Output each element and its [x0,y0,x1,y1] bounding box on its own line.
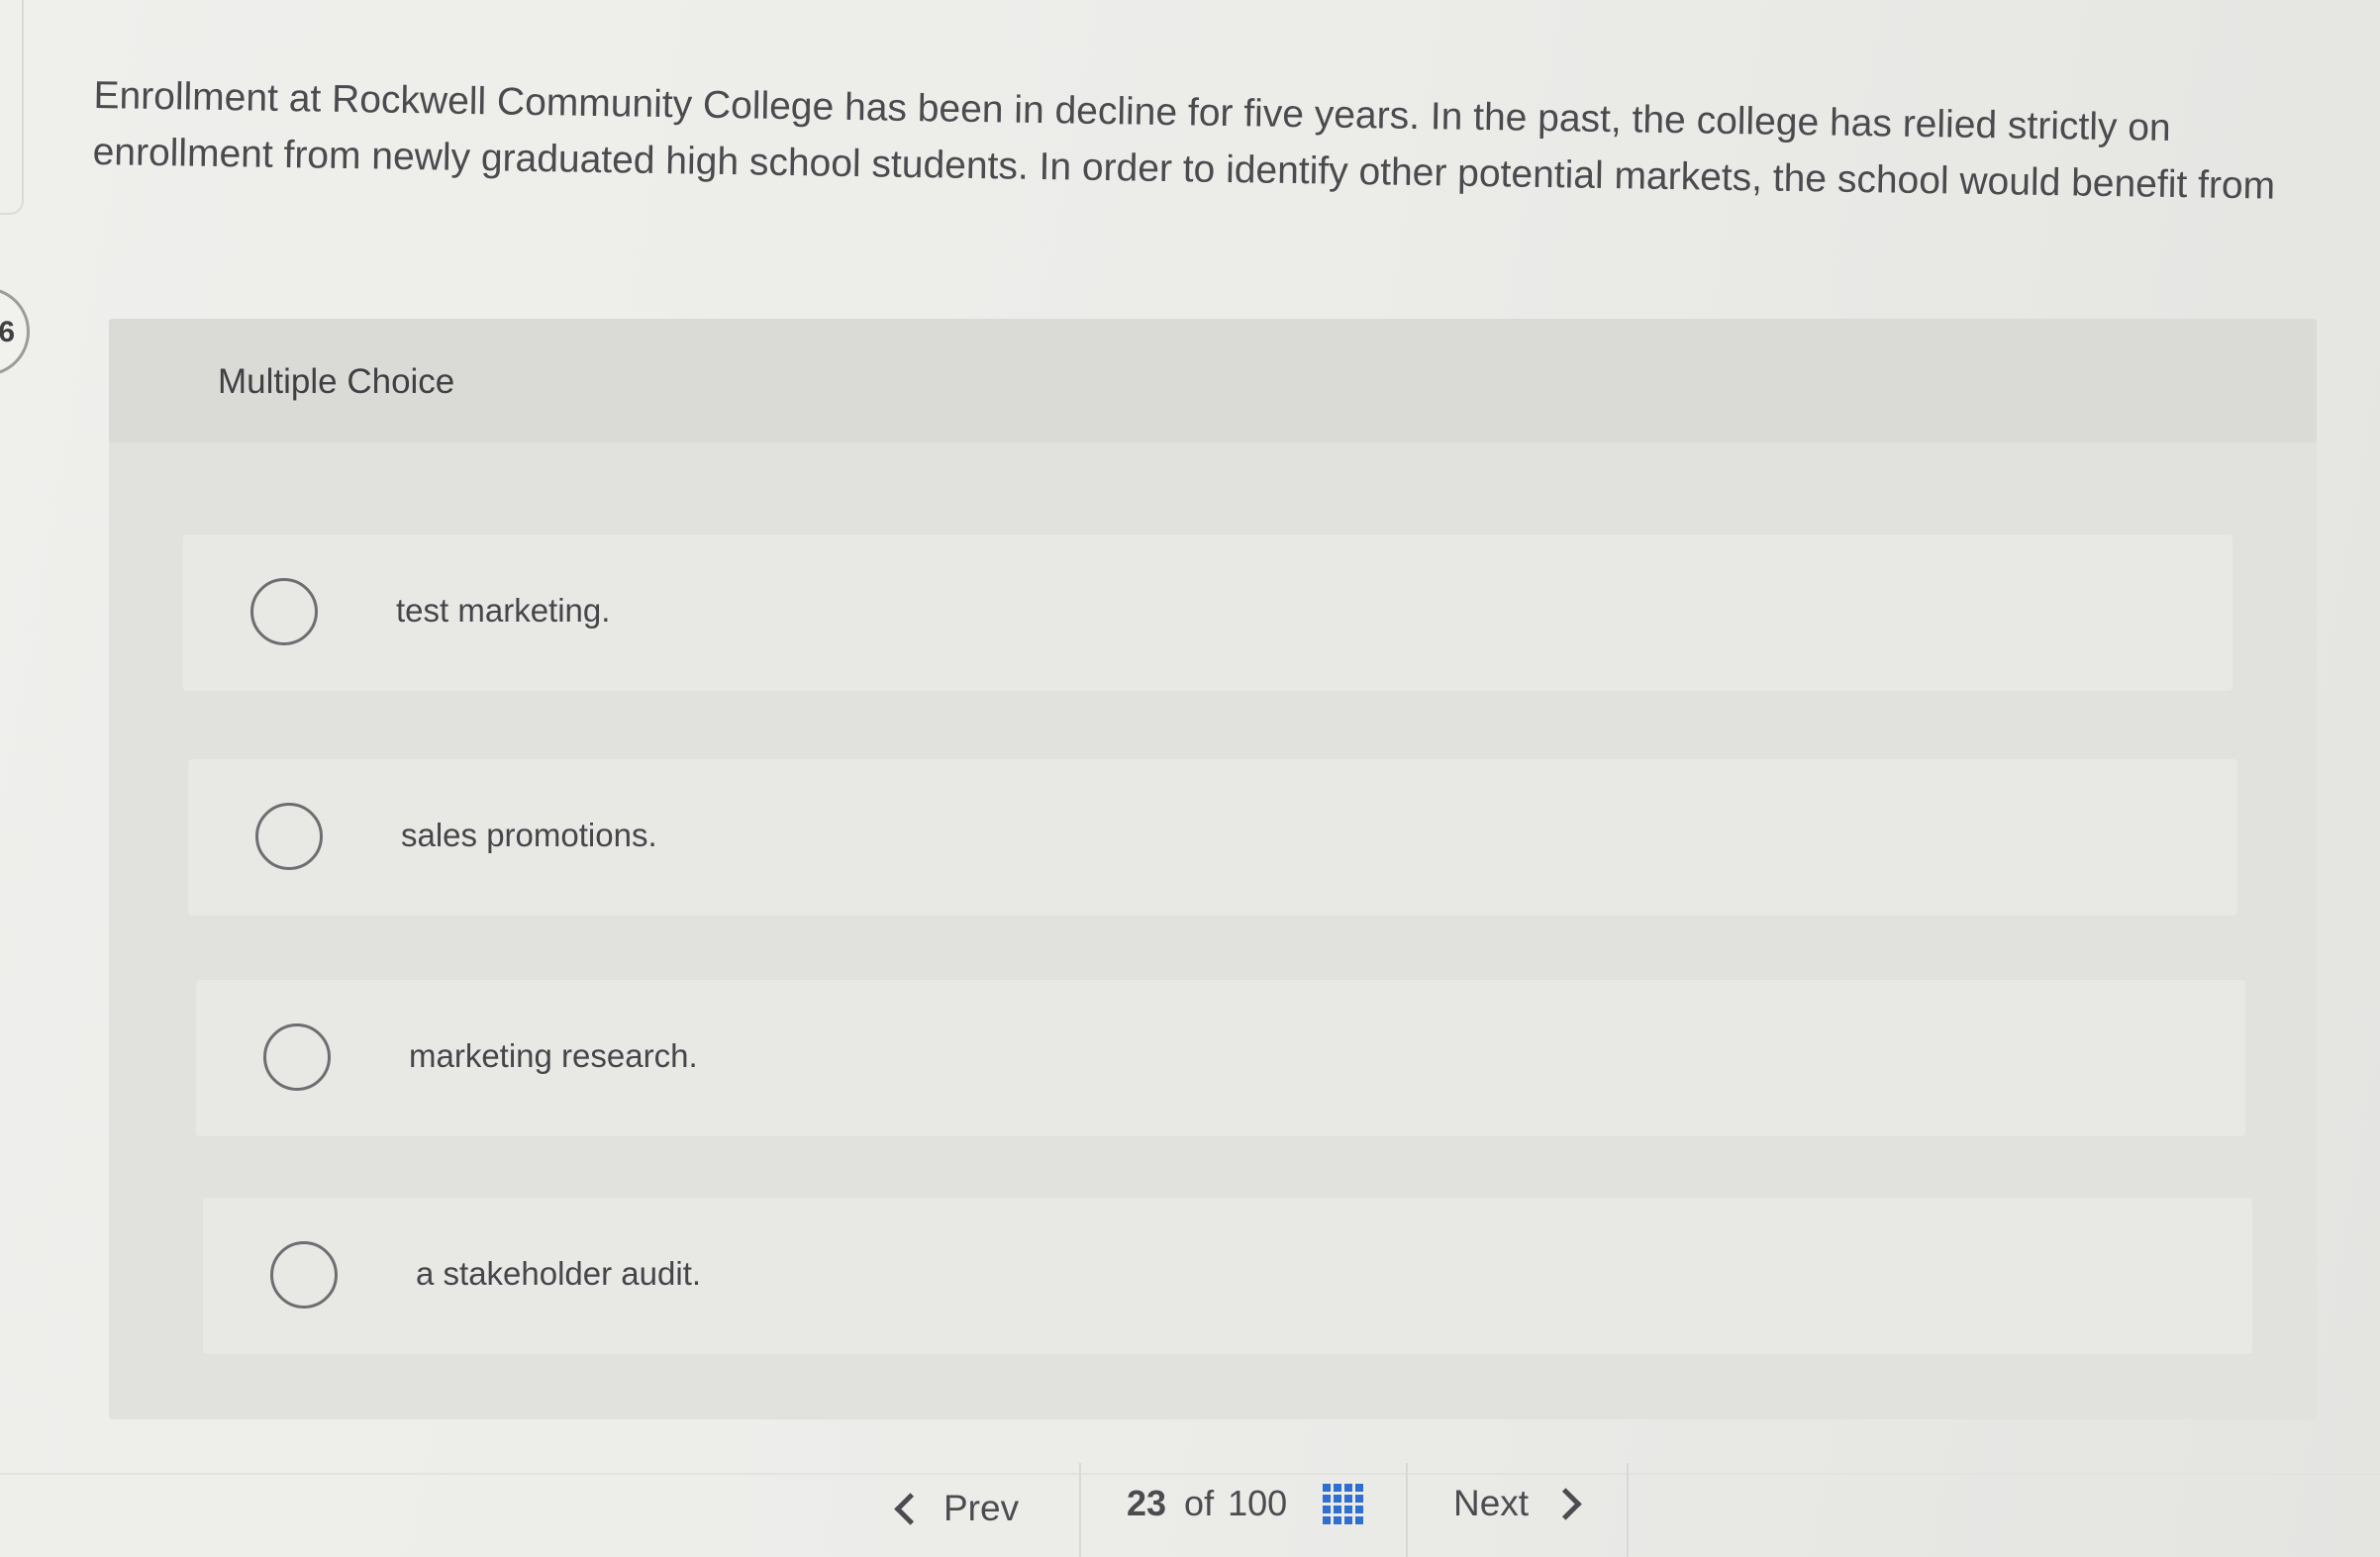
grid-icon[interactable] [1323,1483,1364,1524]
prev-label: Prev [943,1488,1020,1528]
radio-button[interactable] [250,578,318,645]
choice-label: a stakeholder audit. [416,1255,702,1292]
question-number: 6 [0,316,15,348]
next-button[interactable]: Next [1453,1483,1582,1524]
question-number-badge: 6 [0,287,30,376]
page-counter: 23 of 100 [1127,1483,1364,1524]
radio-button[interactable] [255,803,323,870]
pager-divider [1406,1463,1408,1557]
current-question: 23 [1127,1483,1167,1523]
choice-label: test marketing. [396,592,611,629]
choice-option-4[interactable]: a stakeholder audit. [203,1198,2252,1354]
pager-divider [1079,1463,1081,1557]
question-prompt: Enrollment at Rockwell Community College… [92,73,2276,208]
radio-button[interactable] [263,1023,331,1091]
question-type-label: Multiple Choice [218,362,455,401]
pager-divider [1627,1463,1629,1557]
choice-option-2[interactable]: sales promotions. [188,759,2237,916]
choice-label: sales promotions. [401,817,657,853]
total-questions: 100 [1228,1483,1288,1523]
chevron-left-icon [894,1492,927,1525]
question-card: Multiple Choice test marketing. sales pr… [109,319,2317,1419]
question-type-header: Multiple Choice [109,319,2317,442]
previous-panel-edge [0,0,24,215]
prev-button[interactable]: Prev [894,1488,1020,1529]
choice-label: marketing research. [409,1037,698,1074]
of-label: of [1184,1483,1215,1523]
choice-option-3[interactable]: marketing research. [196,980,2245,1136]
pagination-bar: Prev 23 of 100 Next [859,1453,1632,1557]
next-label: Next [1453,1483,1530,1523]
radio-button[interactable] [270,1241,338,1309]
choice-option-1[interactable]: test marketing. [183,535,2232,691]
chevron-right-icon [1549,1487,1582,1520]
